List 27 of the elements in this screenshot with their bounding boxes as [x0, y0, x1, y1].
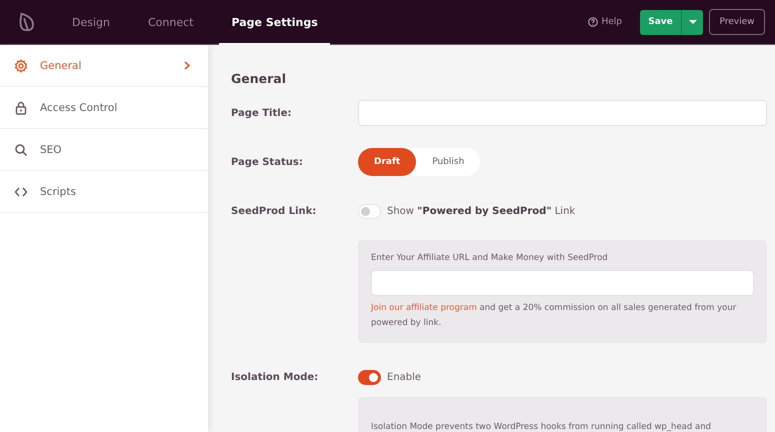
chevron-right-icon	[184, 61, 190, 70]
commission-note: Join our affiliate program and get a 20% commission on all sales generated from your powered by link.	[371, 302, 738, 330]
toggle-switch[interactable]	[358, 370, 381, 384]
gear-icon	[14, 58, 28, 72]
nav-tab[interactable]: Design	[60, 0, 122, 44]
caret-icon	[688, 20, 696, 24]
help-icon	[588, 17, 598, 27]
help-link[interactable]: Help	[588, 17, 622, 27]
section-heading: General	[231, 71, 287, 86]
toggle-label: Enable	[387, 372, 422, 382]
field-label: Page Title:	[231, 108, 292, 118]
isolation-description: Isolation Mode prevents two WordPress hooks from running called wp_head and	[371, 421, 712, 432]
save-options-button[interactable]	[681, 10, 703, 34]
field-label: Isolation Mode:	[231, 372, 320, 382]
preview-button[interactable]: Preview	[709, 9, 765, 35]
search-icon	[14, 142, 28, 156]
affiliate-prompt: Enter Your Affiliate URL and Make Money with SeedProd	[371, 253, 609, 263]
toggle-label: Show "Powered by SeedProd" Link	[387, 206, 576, 216]
field-label: SeedProd Link:	[231, 206, 318, 216]
lock-icon	[14, 100, 28, 114]
status-option[interactable]: Draft	[358, 148, 416, 176]
save-button[interactable]: Save	[640, 10, 681, 34]
field-label: Page Status:	[231, 156, 304, 168]
status-option[interactable]: Publish	[416, 148, 480, 176]
affiliate-url-field[interactable]	[371, 270, 754, 296]
page-title-field[interactable]	[358, 100, 767, 126]
nav-tab[interactable]: Connect	[136, 0, 206, 44]
